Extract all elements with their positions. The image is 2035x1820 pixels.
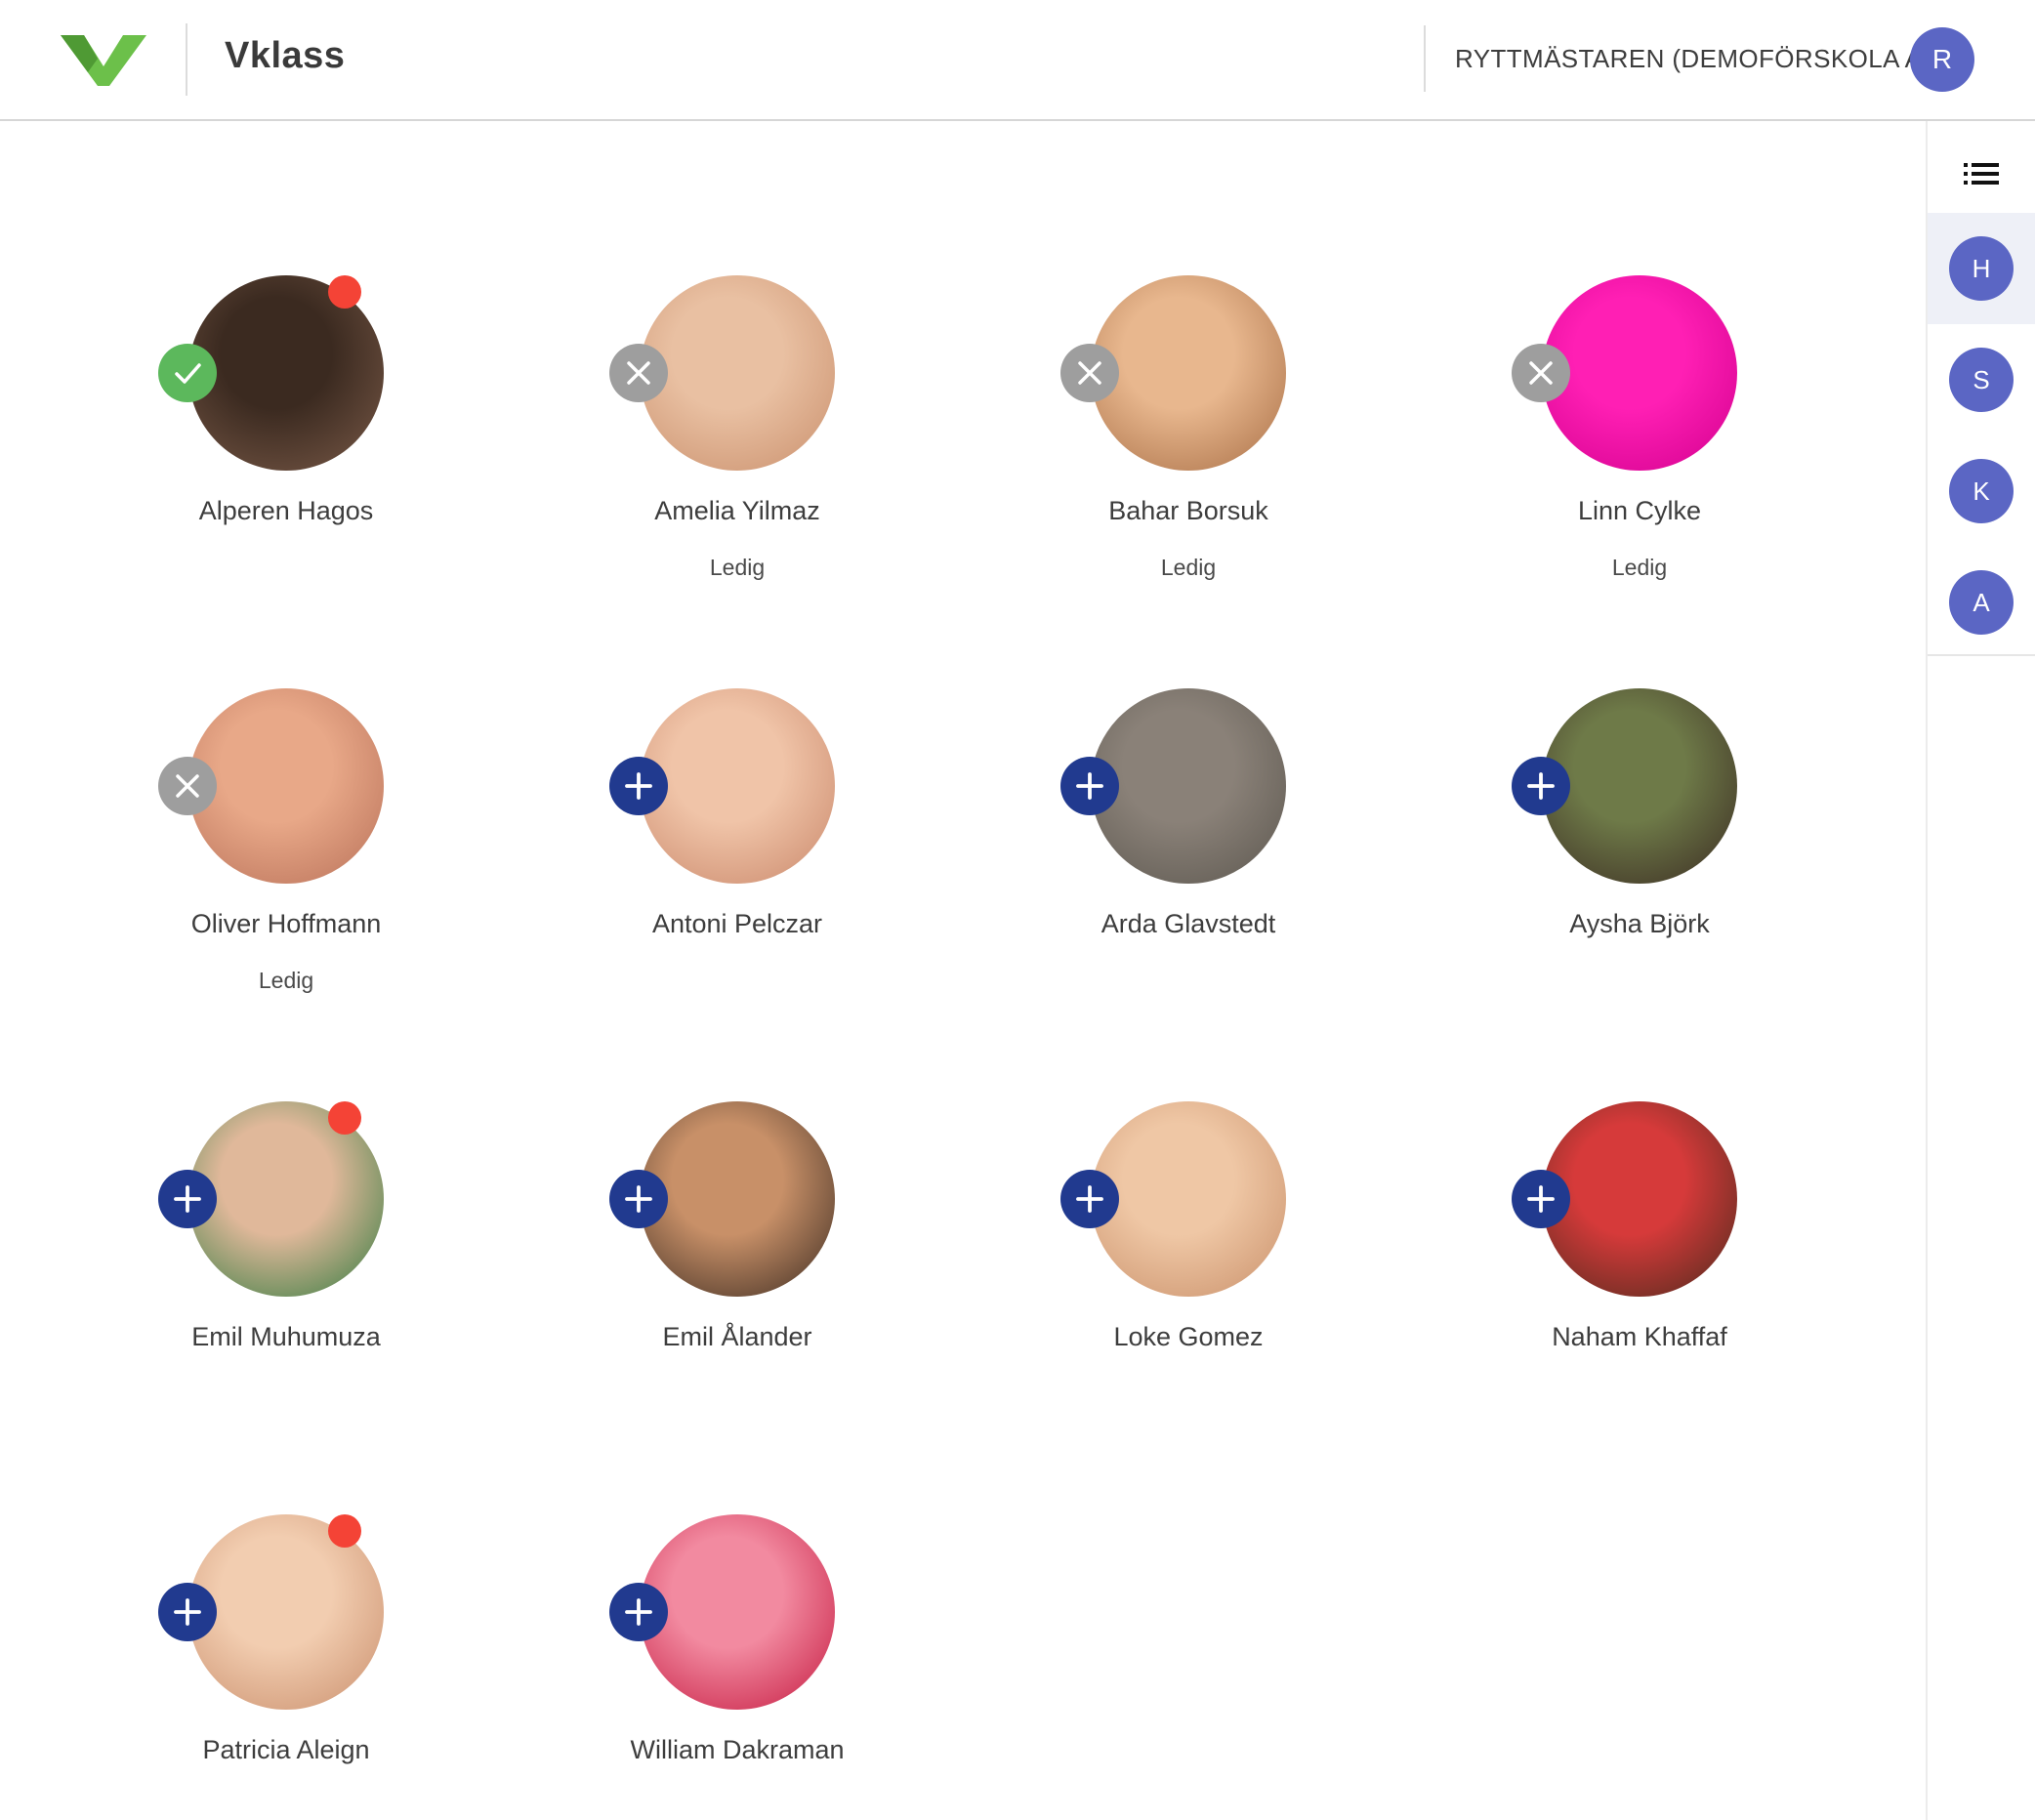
child-name: Aysha Björk — [1569, 909, 1710, 938]
check-in-plus-icon[interactable] — [1060, 1170, 1119, 1228]
child-name: Linn Cylke — [1577, 496, 1702, 525]
check-in-plus-icon[interactable] — [158, 1583, 217, 1641]
child-card[interactable]: Arda Glavstedt — [902, 534, 1353, 938]
check-in-plus-icon[interactable] — [609, 1583, 668, 1641]
notification-dot — [328, 275, 361, 309]
child-photo[interactable] — [1542, 275, 1737, 471]
child-card[interactable]: Bahar Borsuk Ledig — [902, 121, 1353, 580]
child-photo[interactable] — [640, 1514, 835, 1710]
list-icon — [1964, 163, 1999, 185]
child-photo[interactable] — [188, 688, 384, 884]
sidebar-group-a[interactable]: A — [1928, 547, 2035, 658]
list-view-button[interactable] — [1928, 143, 2035, 205]
notification-dot — [328, 1101, 361, 1135]
check-in-plus-icon[interactable] — [158, 1170, 217, 1228]
check-in-plus-icon[interactable] — [1512, 757, 1570, 815]
group-avatar: A — [1949, 570, 2014, 635]
child-card[interactable]: Naham Khaffaf — [1353, 947, 1805, 1351]
group-avatar: K — [1949, 459, 2014, 523]
child-photo[interactable] — [640, 688, 835, 884]
child-photo[interactable] — [1542, 1101, 1737, 1297]
check-in-plus-icon[interactable] — [1512, 1170, 1570, 1228]
check-in-plus-icon[interactable] — [1060, 757, 1119, 815]
check-in-plus-icon[interactable] — [609, 1170, 668, 1228]
sidebar-group-k[interactable]: K — [1928, 435, 2035, 547]
child-card[interactable]: Emil Muhumuza — [0, 947, 451, 1351]
absent-close-icon[interactable] — [1060, 344, 1119, 402]
child-card[interactable]: Emil Ålander — [451, 947, 902, 1351]
child-card[interactable]: Loke Gomez — [902, 947, 1353, 1351]
top-bar: Vklass RYTTMÄSTAREN (DEMOFÖRSKOLA A) R — [0, 0, 2035, 121]
brand-name: Vklass — [225, 35, 346, 76]
child-photo[interactable] — [1542, 688, 1737, 884]
child-card[interactable]: Patricia Aleign — [0, 1360, 451, 1764]
child-card[interactable]: Aysha Björk — [1353, 534, 1805, 938]
present-check-icon[interactable] — [158, 344, 217, 402]
group-avatar: H — [1949, 236, 2014, 301]
child-photo[interactable] — [1091, 688, 1286, 884]
child-card[interactable]: Alperen Hagos — [0, 121, 451, 525]
child-name: William Dakraman — [630, 1735, 845, 1764]
absent-close-icon[interactable] — [609, 344, 668, 402]
check-in-plus-icon[interactable] — [609, 757, 668, 815]
child-photo[interactable] — [1091, 275, 1286, 471]
user-avatar[interactable]: R — [1910, 27, 1974, 92]
school-name[interactable]: RYTTMÄSTAREN (DEMOFÖRSKOLA A) — [1455, 44, 1931, 74]
school-divider — [1424, 25, 1426, 92]
group-avatar: S — [1949, 348, 2014, 412]
child-card[interactable]: Linn Cylke Ledig — [1353, 121, 1805, 580]
vklass-logo-icon[interactable] — [59, 29, 148, 88]
child-photo[interactable] — [640, 1101, 835, 1297]
child-card[interactable]: Antoni Pelczar — [451, 534, 902, 938]
sidebar-group-s[interactable]: S — [1928, 324, 2035, 435]
child-photo[interactable] — [640, 275, 835, 471]
child-name: Naham Khaffaf — [1552, 1322, 1727, 1351]
absent-close-icon[interactable] — [1512, 344, 1570, 402]
child-card[interactable]: William Dakraman — [451, 1360, 902, 1764]
sidebar-group-h[interactable]: H — [1928, 213, 2035, 324]
logo-divider — [186, 23, 187, 96]
child-photo[interactable] — [1091, 1101, 1286, 1297]
notification-dot — [328, 1514, 361, 1548]
group-sidebar: HSKA — [1926, 121, 2035, 1820]
absent-close-icon[interactable] — [158, 757, 217, 815]
child-card[interactable]: Oliver Hoffmann Ledig — [0, 534, 451, 993]
child-card[interactable]: Amelia Yilmaz Ledig — [451, 121, 902, 580]
